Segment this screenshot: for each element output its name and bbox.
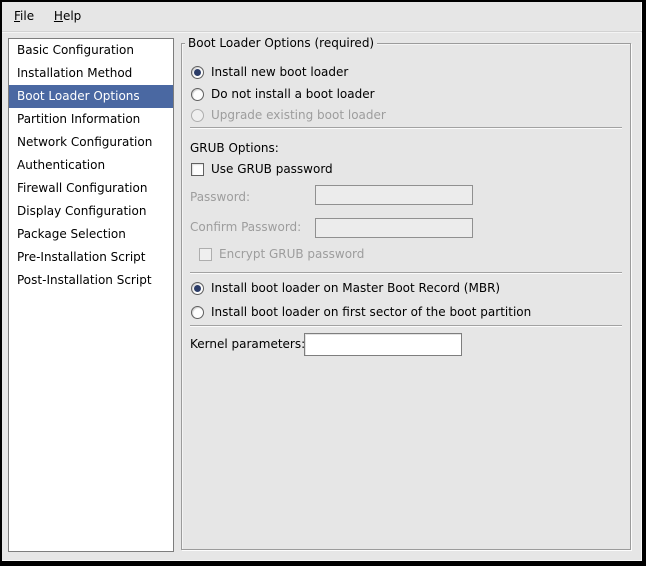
frame-title: Boot Loader Options (required): [185, 35, 377, 51]
radio-label: Install boot loader on Master Boot Recor…: [211, 281, 500, 295]
radio-label: Install boot loader on first sector of t…: [211, 305, 531, 319]
kickstart-configurator-window: File Help Basic Configuration Installati…: [0, 0, 646, 566]
radio-icon[interactable]: [191, 282, 204, 295]
radio-label: Do not install a boot loader: [211, 87, 375, 101]
menubar: File Help: [2, 2, 642, 32]
checkbox-label: Use GRUB password: [211, 162, 333, 176]
grub-options-label: GRUB Options:: [190, 140, 279, 156]
radio-label: Upgrade existing boot loader: [211, 108, 386, 122]
radio-icon: [191, 109, 204, 122]
sidebar-item-partition-information[interactable]: Partition Information: [9, 108, 173, 131]
section-list: Basic Configuration Installation Method …: [8, 38, 174, 552]
checkbox-icon[interactable]: [191, 163, 204, 176]
radio-upgrade-existing-boot-loader: Upgrade existing boot loader: [191, 106, 622, 124]
sidebar-item-boot-loader-options[interactable]: Boot Loader Options: [9, 85, 173, 108]
radio-install-on-mbr[interactable]: Install boot loader on Master Boot Recor…: [191, 279, 622, 297]
password-field: [315, 185, 473, 205]
sidebar-item-package-selection[interactable]: Package Selection: [9, 223, 173, 246]
sidebar-item-installation-method[interactable]: Installation Method: [9, 62, 173, 85]
confirm-password-field: [315, 218, 473, 238]
sidebar-item-pre-installation-script[interactable]: Pre-Installation Script: [9, 246, 173, 269]
sidebar-item-post-installation-script[interactable]: Post-Installation Script: [9, 269, 173, 292]
sidebar-item-authentication[interactable]: Authentication: [9, 154, 173, 177]
radio-install-new-boot-loader[interactable]: Install new boot loader: [191, 63, 622, 81]
separator: [190, 325, 622, 327]
menu-help[interactable]: Help: [46, 2, 89, 31]
checkbox-encrypt-grub-password: Encrypt GRUB password: [199, 245, 622, 263]
boot-loader-options-frame: Boot Loader Options (required) Install n…: [181, 43, 631, 550]
separator: [190, 127, 622, 129]
checkbox-use-grub-password[interactable]: Use GRUB password: [191, 160, 622, 178]
radio-do-not-install-boot-loader[interactable]: Do not install a boot loader: [191, 85, 622, 103]
radio-label: Install new boot loader: [211, 65, 348, 79]
radio-icon[interactable]: [191, 88, 204, 101]
radio-icon[interactable]: [191, 66, 204, 79]
separator: [190, 272, 622, 274]
sidebar-item-network-configuration[interactable]: Network Configuration: [9, 131, 173, 154]
checkbox-icon: [199, 248, 212, 261]
sidebar-item-basic-configuration[interactable]: Basic Configuration: [9, 39, 173, 62]
sidebar-item-display-configuration[interactable]: Display Configuration: [9, 200, 173, 223]
checkbox-label: Encrypt GRUB password: [219, 247, 364, 261]
menu-file[interactable]: File: [6, 2, 42, 31]
kernel-parameters-label: Kernel parameters:: [190, 336, 305, 352]
radio-install-on-first-sector[interactable]: Install boot loader on first sector of t…: [191, 303, 622, 321]
password-label: Password:: [190, 189, 250, 205]
radio-icon[interactable]: [191, 306, 204, 319]
confirm-password-label: Confirm Password:: [190, 219, 301, 235]
sidebar-item-firewall-configuration[interactable]: Firewall Configuration: [9, 177, 173, 200]
kernel-parameters-input[interactable]: [304, 333, 462, 356]
